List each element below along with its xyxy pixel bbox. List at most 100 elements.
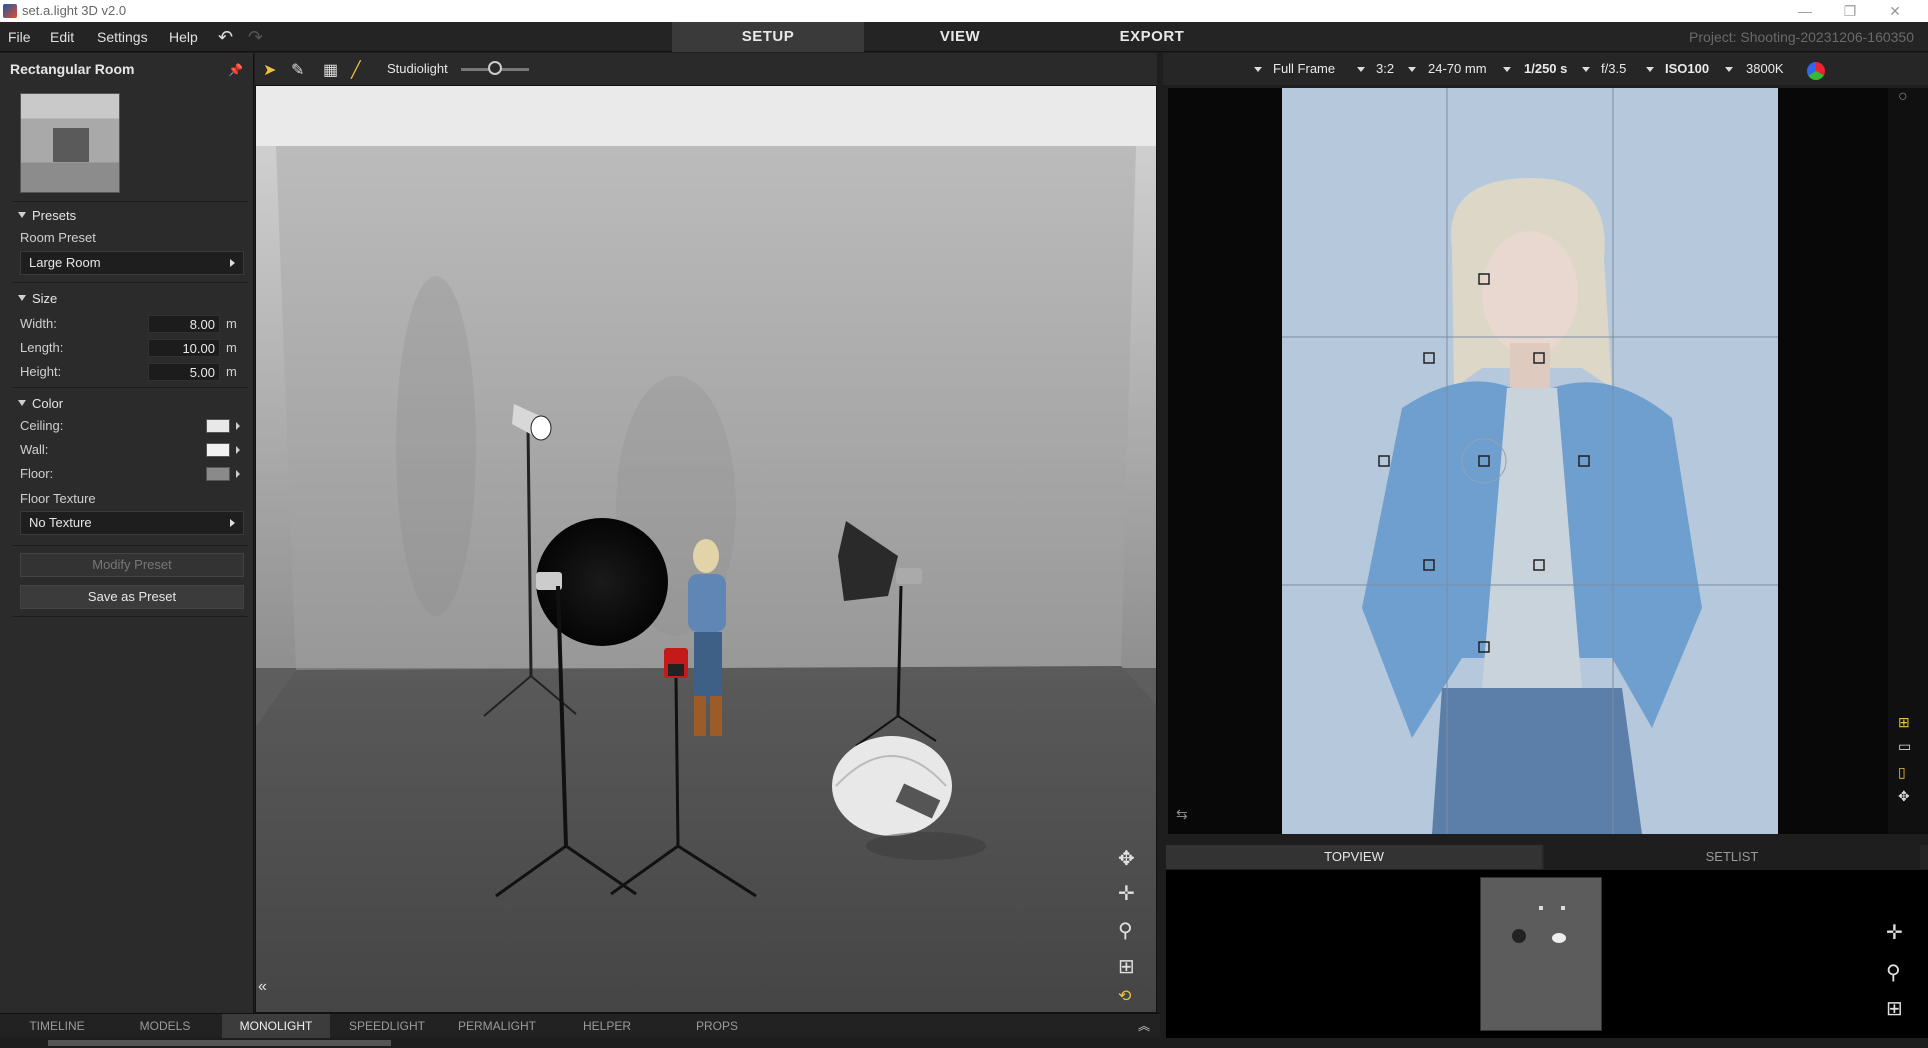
floor-color-arrow-icon[interactable]: [236, 470, 240, 478]
wall-label: Wall:: [20, 442, 49, 457]
room-preset-dropdown[interactable]: Large Room: [20, 251, 244, 275]
tab-models[interactable]: MODELS: [126, 1014, 204, 1038]
tab-setlist[interactable]: SETLIST: [1544, 845, 1920, 869]
wall-color-arrow-icon[interactable]: [236, 446, 240, 454]
restore-icon[interactable]: ❐: [1835, 2, 1865, 20]
lens-caret-icon[interactable]: [1408, 67, 1416, 72]
tab-helper[interactable]: HELPER: [568, 1014, 646, 1038]
shutter-caret-icon[interactable]: [1503, 67, 1511, 72]
camera-preview[interactable]: ⇆: [1168, 88, 1888, 834]
overlay-grid-icon[interactable]: ⊞: [1898, 714, 1910, 731]
zoom-icon[interactable]: ⚲: [1886, 960, 1901, 985]
shutter-value[interactable]: 1/250 s: [1524, 61, 1567, 76]
length-input[interactable]: 10.00: [148, 339, 220, 357]
floor-texture-label: Floor Texture: [20, 491, 96, 506]
library-tabbar: TIMELINE MODELS MONOLIGHT SPEEDLIGHT PER…: [0, 1013, 1160, 1038]
grid-icon[interactable]: ▦: [323, 60, 338, 80]
section-size[interactable]: Size: [17, 291, 57, 306]
expand-up-icon[interactable]: ︽: [1130, 1014, 1158, 1038]
lens-value[interactable]: 24-70 mm: [1428, 61, 1487, 76]
divider: [12, 201, 248, 202]
section-presets[interactable]: Presets: [17, 208, 76, 223]
iso-caret-icon[interactable]: [1646, 67, 1654, 72]
pin-icon[interactable]: 📌: [228, 63, 243, 77]
tab-monolight[interactable]: MONOLIGHT: [222, 1014, 330, 1038]
tab-export[interactable]: EXPORT: [1056, 22, 1248, 52]
model-render: [1282, 88, 1778, 834]
swap-camera-icon[interactable]: ⇆: [1176, 806, 1188, 823]
reset-view-icon[interactable]: ⟲: [1118, 986, 1131, 1006]
menu-help[interactable]: Help: [169, 29, 198, 45]
menu-edit[interactable]: Edit: [50, 29, 74, 45]
aperture-value[interactable]: f/3.5: [1601, 61, 1626, 76]
camera-move-icon[interactable]: ✥: [1898, 788, 1910, 805]
tab-props[interactable]: PROPS: [678, 1014, 756, 1038]
room-properties-panel: Rectangular Room 📌 Presets Room Preset L…: [0, 53, 254, 1013]
tab-speedlight[interactable]: SPEEDLIGHT: [344, 1014, 430, 1038]
aspect-value[interactable]: 3:2: [1376, 61, 1394, 76]
wall-color-swatch[interactable]: [206, 443, 230, 457]
histogram-icon[interactable]: ▭: [1898, 738, 1911, 755]
tab-topview[interactable]: TOPVIEW: [1166, 845, 1542, 869]
frame-icon[interactable]: ▯: [1898, 764, 1906, 781]
pan-icon[interactable]: ✛: [1118, 881, 1135, 906]
length-label: Length:: [20, 340, 64, 355]
3d-viewport[interactable]: ✥ ✛ ⚲ ⊞ ⟲ «: [255, 85, 1157, 1013]
height-unit: m: [226, 364, 237, 379]
iso-value[interactable]: ISO100: [1665, 61, 1709, 76]
minimize-icon[interactable]: —: [1790, 2, 1820, 20]
floor-label: Floor:: [20, 466, 54, 481]
room-thumbnail[interactable]: [20, 93, 120, 193]
measure-line-icon[interactable]: ╱: [351, 60, 361, 80]
studiolight-slider-knob[interactable]: [488, 61, 502, 75]
chevron-right-icon: [230, 519, 235, 527]
orbit-icon[interactable]: ✥: [1118, 846, 1135, 871]
bottom-right-tabbar: TOPVIEW SETLIST: [1166, 845, 1928, 869]
pencil-icon[interactable]: ✎: [291, 60, 304, 80]
pan-icon[interactable]: ✛: [1886, 920, 1903, 945]
undo-icon[interactable]: ↶: [218, 27, 233, 48]
photo-render: [1282, 88, 1778, 834]
window-titlebar: set.a.light 3D v2.0 — ❐ ✕: [0, 0, 1928, 22]
menu-settings[interactable]: Settings: [97, 29, 148, 45]
redo-icon[interactable]: ↷: [248, 27, 263, 48]
menu-bar: File Edit Settings Help ↶ ↷ SETUP VIEW E…: [0, 22, 1928, 52]
divider: [12, 616, 248, 617]
tab-setup[interactable]: SETUP: [672, 22, 864, 52]
white-balance-value[interactable]: 3800K: [1746, 61, 1784, 76]
fit-view-icon[interactable]: ⊞: [1118, 954, 1135, 979]
modify-preset-button[interactable]: Modify Preset: [20, 553, 244, 577]
ceiling-color-arrow-icon[interactable]: [236, 422, 240, 430]
aperture-caret-icon[interactable]: [1582, 67, 1590, 72]
tab-timeline[interactable]: TIMELINE: [18, 1014, 96, 1038]
collapse-left-icon[interactable]: «: [258, 978, 267, 996]
wb-caret-icon[interactable]: [1725, 67, 1733, 72]
section-color[interactable]: Color: [17, 396, 63, 411]
aspect-caret-icon[interactable]: [1357, 67, 1365, 72]
ceiling-color-swatch[interactable]: [206, 419, 230, 433]
room-preset-label: Room Preset: [20, 230, 96, 245]
color-wheel-icon[interactable]: [1807, 62, 1825, 80]
tab-permalight[interactable]: PERMALIGHT: [452, 1014, 542, 1038]
close-icon[interactable]: ✕: [1880, 2, 1910, 20]
fit-view-icon[interactable]: ⊞: [1886, 996, 1903, 1021]
height-label: Height:: [20, 364, 62, 379]
save-as-preset-button[interactable]: Save as Preset: [20, 585, 244, 609]
circle-icon[interactable]: ○: [1898, 88, 1908, 106]
divider: [12, 282, 248, 283]
floor-color-swatch[interactable]: [206, 467, 230, 481]
sensor-value[interactable]: Full Frame: [1273, 61, 1335, 76]
library-scrollbar[interactable]: [48, 1040, 391, 1046]
height-input[interactable]: 5.00: [148, 363, 220, 381]
width-unit: m: [226, 316, 237, 331]
width-label: Width:: [20, 316, 57, 331]
tab-view[interactable]: VIEW: [864, 22, 1056, 52]
zoom-icon[interactable]: ⚲: [1118, 918, 1133, 943]
width-input[interactable]: 8.00: [148, 315, 220, 333]
select-arrow-icon[interactable]: ➤: [263, 60, 276, 80]
floor-texture-dropdown[interactable]: No Texture: [20, 511, 244, 535]
project-title: Project: Shooting-20231206-160350: [1689, 29, 1914, 45]
sensor-caret-icon[interactable]: [1254, 67, 1262, 72]
topview-map[interactable]: [1480, 877, 1602, 1031]
menu-file[interactable]: File: [8, 29, 31, 45]
